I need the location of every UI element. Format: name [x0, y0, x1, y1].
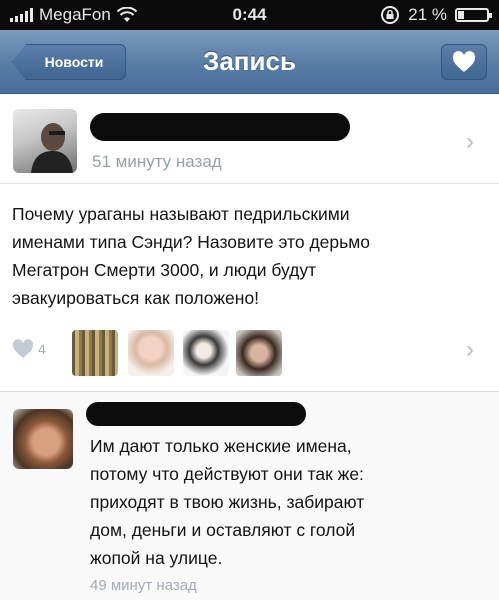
author-avatar[interactable]: [13, 109, 77, 173]
liker-avatar[interactable]: [128, 330, 174, 376]
liker-avatar[interactable]: [183, 330, 229, 376]
post-text-line: Мегатрон Смерти 3000, и люди будут: [12, 260, 317, 280]
redacted-commenter-name: [86, 402, 306, 426]
like-button[interactable]: [441, 44, 487, 80]
like-count: 4: [38, 341, 46, 357]
comment-text: Им дают только женские имена, потому что…: [90, 432, 490, 572]
comment-text-line: дом, деньги и оставляют с голой: [90, 520, 356, 540]
status-bar: MegaFon 0:44 21 %: [0, 0, 499, 30]
battery-percent: 21 %: [408, 5, 447, 24]
chevron-right-icon: ›: [466, 128, 474, 155]
chevron-right-icon: ›: [466, 336, 474, 363]
post-text-line: Почему ураганы называют педрильскими: [12, 204, 350, 224]
comment-text-line: Им дают только женские имена,: [90, 436, 352, 456]
battery-icon: [455, 8, 492, 22]
post-timestamp: 51 минуту назад: [92, 152, 222, 171]
comment-timestamp: 49 минут назад: [90, 577, 197, 594]
page-title: Запись: [203, 46, 296, 76]
navigation-bar: Новости Запись: [0, 30, 499, 94]
redacted-author-name: [90, 113, 350, 141]
orientation-lock-icon: [381, 6, 400, 24]
battery-fill: [458, 11, 464, 19]
liker-avatar[interactable]: [72, 330, 118, 376]
comment-text-line: жопой на улице.: [90, 548, 223, 568]
heart-icon: [452, 51, 476, 72]
commenter-avatar[interactable]: [13, 409, 73, 469]
comment-text-line: приходят в твою жизнь, забирают: [90, 492, 365, 512]
like-counter: 4: [12, 339, 46, 359]
post-author-row[interactable]: 51 минуту назад ›: [0, 94, 499, 184]
likes-row[interactable]: 4 ›: [0, 314, 499, 392]
comment-text-line: потому что действуют они так же:: [90, 464, 364, 484]
liker-avatar[interactable]: [236, 330, 282, 376]
heart-outline-icon: [12, 339, 34, 359]
post-text-line: эвакуироваться как положено!: [12, 288, 260, 308]
post-text-line: именами типа Сэнди? Назовите это дерьмо: [12, 232, 371, 252]
battery-group: 21 %: [380, 5, 492, 25]
author-photo: [31, 123, 73, 173]
post-text: Почему ураганы называют педрильскими име…: [12, 200, 482, 312]
